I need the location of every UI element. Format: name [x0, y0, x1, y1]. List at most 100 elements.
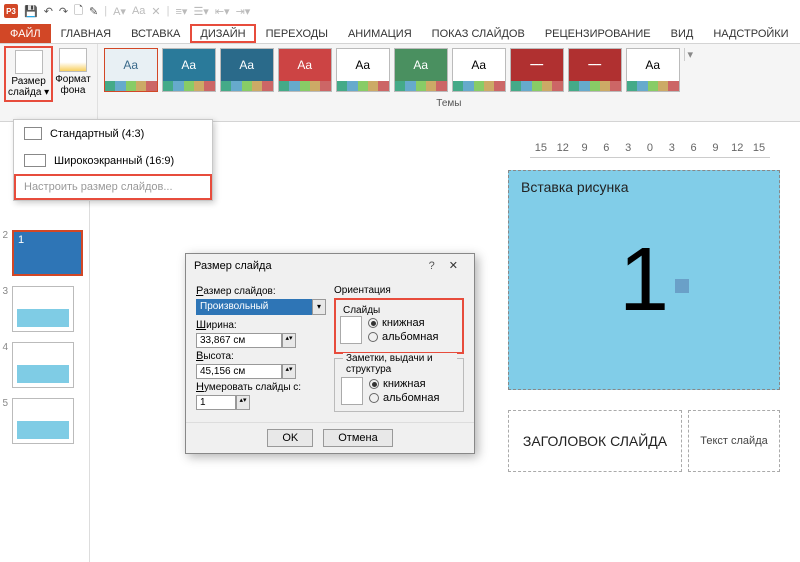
slide-size-label: Размер слайда ▾	[8, 76, 49, 98]
spinner-icon[interactable]: ▴▾	[282, 364, 296, 379]
theme-aa: Aa	[395, 49, 447, 81]
size-select[interactable]: Произвольный	[196, 299, 312, 315]
theme-item[interactable]: Aa	[104, 48, 158, 92]
radio-notes-landscape[interactable]: альбомная	[369, 392, 439, 404]
text-placeholder[interactable]: Текст слайда	[688, 410, 780, 472]
ruler-tick: 3	[617, 142, 639, 157]
picture-placeholder-label: Вставка рисунка	[521, 179, 628, 195]
theme-aa: Aa	[627, 49, 679, 81]
theme-item[interactable]: Aa	[278, 48, 332, 92]
width-label: Ширина:	[196, 319, 326, 331]
dd-custom-size[interactable]: Настроить размер слайдов...	[14, 174, 212, 200]
repeat-icon[interactable]: 🗋	[74, 2, 83, 21]
dd-label: Стандартный (4:3)	[50, 128, 144, 140]
tab-addins[interactable]: НАДСТРОЙКИ	[703, 24, 798, 43]
aspect-icon	[24, 154, 46, 167]
undo-icon[interactable]: ↶	[44, 5, 53, 18]
theme-aa: Aa	[221, 49, 273, 81]
ruler-horizontal: 15 12 9 6 3 0 3 6 9 12 15	[530, 142, 770, 158]
theme-item[interactable]: Aa	[394, 48, 448, 92]
ok-button[interactable]: OK	[267, 429, 313, 447]
ribbon-tabs: ФАЙЛ ГЛАВНАЯ ВСТАВКА ДИЗАЙН ПЕРЕХОДЫ АНИ…	[0, 22, 800, 44]
align-icon[interactable]: ⇥▾	[236, 5, 251, 18]
theme-item[interactable]: ━━━	[568, 48, 622, 92]
thumb-slide[interactable]	[12, 398, 74, 444]
theme-aa: Aa	[163, 49, 215, 81]
dialog-right-col: Ориентация Слайды книжная альбомная Заме…	[334, 283, 464, 416]
numfrom-input[interactable]	[196, 395, 236, 410]
tab-insert[interactable]: ВСТАВКА	[121, 24, 190, 43]
close-icon[interactable]: ✕	[441, 259, 466, 272]
bg-format-button[interactable]: Формат фона	[53, 46, 93, 102]
theme-aa: Aa	[453, 49, 505, 81]
ruler-tick: 9	[574, 142, 596, 157]
picture-icon	[675, 279, 689, 293]
radio-portrait[interactable]: книжная	[368, 317, 438, 329]
aspect-icon	[24, 127, 42, 140]
tab-transitions[interactable]: ПЕРЕХОДЫ	[256, 24, 338, 43]
theme-item[interactable]: Aa	[162, 48, 216, 92]
thumb-number: 4	[0, 342, 8, 353]
dd-label: Настроить размер слайдов...	[24, 181, 173, 193]
theme-item[interactable]: Aa	[220, 48, 274, 92]
radio-notes-portrait[interactable]: книжная	[369, 378, 439, 390]
redo-icon[interactable]: ↷	[59, 5, 68, 18]
tab-slideshow[interactable]: ПОКАЗ СЛАЙДОВ	[422, 24, 535, 43]
bullets-icon[interactable]: ≡▾	[175, 5, 187, 18]
tab-review[interactable]: РЕЦЕНЗИРОВАНИЕ	[535, 24, 661, 43]
ruler-tick: 6	[683, 142, 705, 157]
thumb-number: 2	[0, 230, 8, 241]
theme-item[interactable]: Aa	[452, 48, 506, 92]
dd-standard[interactable]: Стандартный (4:3)	[14, 120, 212, 147]
slide-size-icon	[15, 50, 43, 74]
font-inc-icon[interactable]: Aa	[132, 5, 145, 17]
ruler-tick: 9	[705, 142, 727, 157]
tab-design[interactable]: ДИЗАЙН	[190, 24, 255, 43]
height-input[interactable]	[196, 364, 282, 379]
dropdown-arrow-icon[interactable]: ▾	[312, 299, 326, 315]
radio-label: книжная	[382, 317, 425, 329]
tab-animation[interactable]: АНИМАЦИЯ	[338, 24, 422, 43]
ruler-tick: 15	[530, 142, 552, 157]
spinner-icon[interactable]: ▴▾	[236, 395, 250, 410]
title-placeholder[interactable]: ЗАГОЛОВОК СЛАЙДА	[508, 410, 682, 472]
theme-item[interactable]: Aa	[336, 48, 390, 92]
themes-more-icon[interactable]: ▾	[684, 48, 696, 61]
font-dec-icon[interactable]: A▾	[113, 5, 126, 18]
theme-item[interactable]: ━━━	[510, 48, 564, 92]
thumb-slide[interactable]	[12, 342, 74, 388]
thumb-slide[interactable]: 1	[12, 230, 83, 276]
cancel-button[interactable]: Отмена	[323, 429, 392, 447]
clear-icon[interactable]: ✕	[151, 5, 160, 18]
help-icon[interactable]: ?	[423, 260, 441, 272]
thumb-number: 5	[0, 398, 8, 409]
touch-icon[interactable]: ✎	[89, 5, 98, 18]
dd-widescreen[interactable]: Широкоэкранный (16:9)	[14, 147, 212, 174]
radio-landscape[interactable]: альбомная	[368, 331, 438, 343]
tab-home[interactable]: ГЛАВНАЯ	[51, 24, 121, 43]
main-slide[interactable]: Вставка рисунка 1	[508, 170, 780, 390]
tab-view[interactable]: ВИД	[661, 24, 704, 43]
height-label: Высота:	[196, 350, 326, 362]
ribbon: Размер слайда ▾ Формат фона Aa Aa Aa Aa …	[0, 44, 800, 122]
thumb-slide[interactable]	[12, 286, 74, 332]
slide-size-dialog: Размер слайда ? ✕ Размер слайдов: Произв…	[185, 253, 475, 454]
radio-label: книжная	[383, 378, 426, 390]
bg-format-label: Формат фона	[55, 74, 91, 96]
theme-item[interactable]: Aa	[626, 48, 680, 92]
ruler-tick: 12	[726, 142, 748, 157]
indent-icon[interactable]: ⇤▾	[215, 5, 230, 18]
tab-file[interactable]: ФАЙЛ	[0, 24, 51, 43]
ruler-tick: 15	[748, 142, 770, 157]
orientation-icon	[341, 377, 363, 405]
orient-label: Ориентация	[334, 285, 464, 296]
theme-aa: Aa	[279, 49, 331, 81]
slide-size-button[interactable]: Размер слайда ▾	[4, 46, 53, 102]
width-input[interactable]	[196, 333, 282, 348]
numbering-icon[interactable]: ☰▾	[193, 5, 208, 18]
dialog-titlebar: Размер слайда ? ✕	[186, 254, 474, 277]
spinner-icon[interactable]: ▴▾	[282, 333, 296, 348]
save-icon[interactable]: 💾	[24, 5, 38, 18]
themes-gallery: Aa Aa Aa Aa Aa Aa Aa ━━━ ━━━ Aa ▾	[98, 44, 800, 96]
thumb-content: 1	[18, 234, 24, 246]
